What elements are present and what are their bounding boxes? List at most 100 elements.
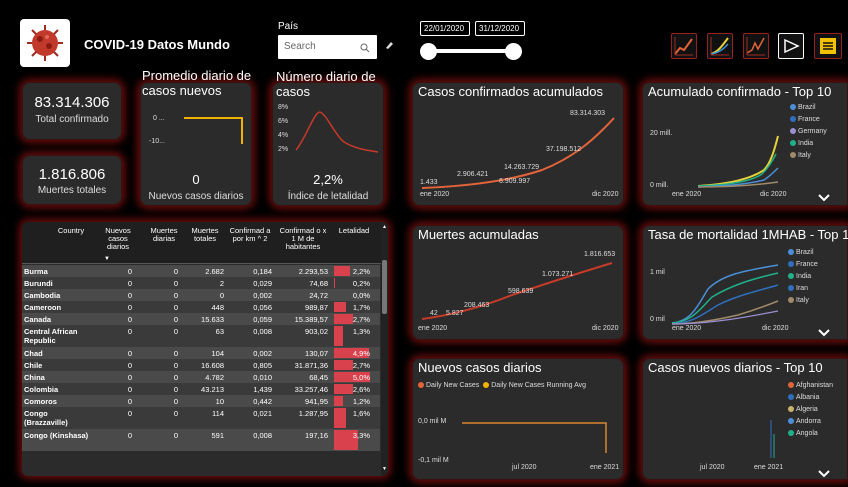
new-daily-x-end: ene 2021 bbox=[590, 464, 620, 471]
cell-country: China bbox=[24, 373, 45, 382]
cell-fatality: 0,2% bbox=[352, 279, 370, 288]
legend-item[interactable]: Brazil bbox=[788, 247, 818, 259]
scroll-up-icon[interactable]: ▲ bbox=[382, 224, 387, 230]
cell-total-deaths: 448 bbox=[211, 303, 224, 312]
table-row[interactable]: Burundi 0 0 2 0,029 74,68 0,2% bbox=[22, 277, 380, 289]
virus-icon bbox=[27, 25, 63, 61]
cell-total-deaths: 16.608 bbox=[201, 361, 224, 370]
cell-new-cases: 0 bbox=[127, 385, 132, 394]
play-button[interactable] bbox=[778, 33, 804, 59]
legend-item[interactable]: Angola bbox=[788, 428, 833, 440]
cell-fatality: 1,6% bbox=[352, 409, 370, 418]
menu-button[interactable] bbox=[814, 33, 842, 59]
cell-fatality: 0,0% bbox=[352, 291, 370, 300]
cell-fatality: 5,0% bbox=[352, 373, 370, 382]
col-country[interactable]: Country bbox=[46, 227, 96, 235]
cum-label-2: 6.909.997 bbox=[499, 178, 531, 185]
table-row[interactable]: Congo (Kinshasa) 0 0 591 0,008 197,16 3,3% bbox=[22, 429, 380, 451]
col-new-cases[interactable]: Nuevos casos diarios bbox=[98, 227, 138, 251]
date-from-input[interactable]: 22/01/2020 bbox=[420, 21, 470, 36]
table-scroll-thumb[interactable] bbox=[382, 260, 387, 314]
table-scrollbar[interactable]: ▲ ▼ bbox=[381, 222, 388, 476]
cell-per-million: 24,72 bbox=[309, 291, 328, 300]
cell-fatality: 2,7% bbox=[352, 361, 370, 370]
table-row[interactable]: Comoros 0 0 10 0,442 941,95 1,2% bbox=[22, 395, 380, 407]
cumulative-deaths-line bbox=[421, 262, 613, 320]
cell-country: Burundi bbox=[24, 279, 53, 288]
chart-view-1-button[interactable] bbox=[671, 33, 697, 59]
legend-item[interactable]: Brazil bbox=[790, 102, 827, 114]
cumulative-cases-card: Casos confirmados acumulados 1.433 2.906… bbox=[412, 82, 624, 206]
legend-scroll-down-icon[interactable] bbox=[818, 329, 830, 337]
cum-label-5: 83.314.303 bbox=[570, 110, 606, 117]
cell-daily-deaths: 0 bbox=[173, 397, 178, 406]
mortality-top10-card: Tasa de mortalidad 1MHAB - Top 10 1 mil … bbox=[642, 225, 848, 340]
chart-view-3-button[interactable] bbox=[743, 33, 769, 59]
table-row[interactable]: Cameroon 0 0 448 0,056 989,87 1,7% bbox=[22, 301, 380, 313]
cell-total-deaths: 104 bbox=[211, 349, 224, 358]
legend-item[interactable]: Andorra bbox=[788, 416, 833, 428]
search-input-placeholder[interactable]: Search bbox=[284, 41, 316, 52]
total-deaths-value: 1.816.806 bbox=[38, 166, 106, 183]
new-daily-top10-x-end: ene 2021 bbox=[754, 464, 784, 471]
col-daily-deaths[interactable]: Muertes diarias bbox=[144, 227, 184, 243]
country-search-box[interactable]: Search bbox=[278, 35, 377, 59]
date-slider-start-handle[interactable] bbox=[420, 43, 437, 60]
col-per-km2[interactable]: Confirmad a por km ^ 2 bbox=[228, 227, 272, 243]
legend-item[interactable]: Iran bbox=[788, 283, 818, 295]
legend-item[interactable]: Italy bbox=[788, 295, 818, 307]
cell-per-km2: 0,184 bbox=[253, 267, 272, 276]
chart-view-2-button[interactable] bbox=[707, 33, 733, 59]
table-row[interactable]: Colombia 0 0 43.213 1,439 33.257,46 2,6% bbox=[22, 383, 380, 395]
cum-x-end: dic 2020 bbox=[592, 191, 619, 198]
col-fatality[interactable]: Letalidad bbox=[334, 227, 374, 235]
new-daily-line bbox=[462, 422, 607, 453]
top10-cum-x-start: ene 2020 bbox=[672, 191, 702, 198]
table-row[interactable]: Cambodia 0 0 0 0,002 24,72 0,0% bbox=[22, 289, 380, 301]
legend-item[interactable]: Germany bbox=[790, 126, 827, 138]
legend-item[interactable]: France bbox=[788, 259, 818, 271]
deaths-label-3: 598.639 bbox=[508, 288, 534, 295]
cell-country: Chad bbox=[24, 349, 43, 358]
cell-new-cases: 0 bbox=[127, 397, 132, 406]
cell-fatality: 1,2% bbox=[352, 397, 370, 406]
cum-label-3: 14.263.729 bbox=[504, 164, 540, 171]
cell-total-deaths: 2.682 bbox=[205, 267, 224, 276]
col-total-deaths[interactable]: Muertes totales bbox=[186, 227, 224, 243]
legend-item[interactable]: Afghanistan bbox=[788, 380, 833, 392]
avg-daily-card: Promedio diario de casos nuevos 0 ... -1… bbox=[140, 68, 252, 206]
cell-daily-deaths: 0 bbox=[173, 327, 178, 336]
cell-country: Chile bbox=[24, 361, 43, 370]
date-to-input[interactable]: 31/12/2020 bbox=[475, 21, 525, 36]
cell-daily-deaths: 0 bbox=[173, 361, 178, 370]
legend-scroll-down-icon[interactable] bbox=[818, 194, 830, 202]
scroll-down-icon[interactable]: ▼ bbox=[382, 466, 387, 472]
table-row[interactable]: Congo (Brazzaville) 0 0 114 0,021 1.287,95 1,6… bbox=[22, 407, 380, 429]
table-row[interactable]: Central African Republic 0 0 63 0,008 903,02 1… bbox=[22, 325, 380, 347]
avg-daily-line bbox=[184, 117, 243, 144]
table-row[interactable]: Chad 0 0 104 0,002 130,07 4,9% bbox=[22, 347, 380, 359]
legend-item[interactable]: France bbox=[790, 114, 827, 126]
legend-scroll-down-icon[interactable] bbox=[818, 470, 830, 478]
eraser-icon[interactable] bbox=[384, 40, 394, 50]
legend-item[interactable]: Algeria bbox=[788, 404, 833, 416]
table-row[interactable]: China 0 0 4.782 0,010 68,45 5,0% bbox=[22, 371, 380, 383]
country-table[interactable]: Country Nuevos casos diarios ▼ Muertes d… bbox=[22, 222, 388, 476]
date-slider-track[interactable] bbox=[428, 49, 514, 53]
date-slider-end-handle[interactable] bbox=[505, 43, 522, 60]
search-icon[interactable] bbox=[360, 43, 370, 53]
col-per-million[interactable]: Confirmad o x 1 M de habitantes bbox=[278, 227, 328, 251]
cell-per-km2: 0,002 bbox=[253, 291, 272, 300]
cell-per-km2: 0,021 bbox=[253, 409, 272, 418]
cell-per-km2: 0,442 bbox=[253, 397, 272, 406]
legend-item[interactable]: Albania bbox=[788, 392, 833, 404]
cell-country: Cambodia bbox=[24, 291, 61, 300]
legend-item[interactable]: India bbox=[788, 271, 818, 283]
cell-per-million: 2.293,53 bbox=[298, 267, 328, 276]
cell-new-cases: 0 bbox=[127, 361, 132, 370]
table-row[interactable]: Burma 0 0 2.682 0,184 2.293,53 2,2% bbox=[22, 265, 380, 277]
legend-item[interactable]: India bbox=[790, 138, 827, 150]
table-row[interactable]: Canada 0 0 15.633 0,059 15.389,57 2,7% bbox=[22, 313, 380, 325]
table-row[interactable]: Chile 0 0 16.608 0,805 31.871,36 2,7% bbox=[22, 359, 380, 371]
legend-item[interactable]: Italy bbox=[790, 150, 827, 162]
